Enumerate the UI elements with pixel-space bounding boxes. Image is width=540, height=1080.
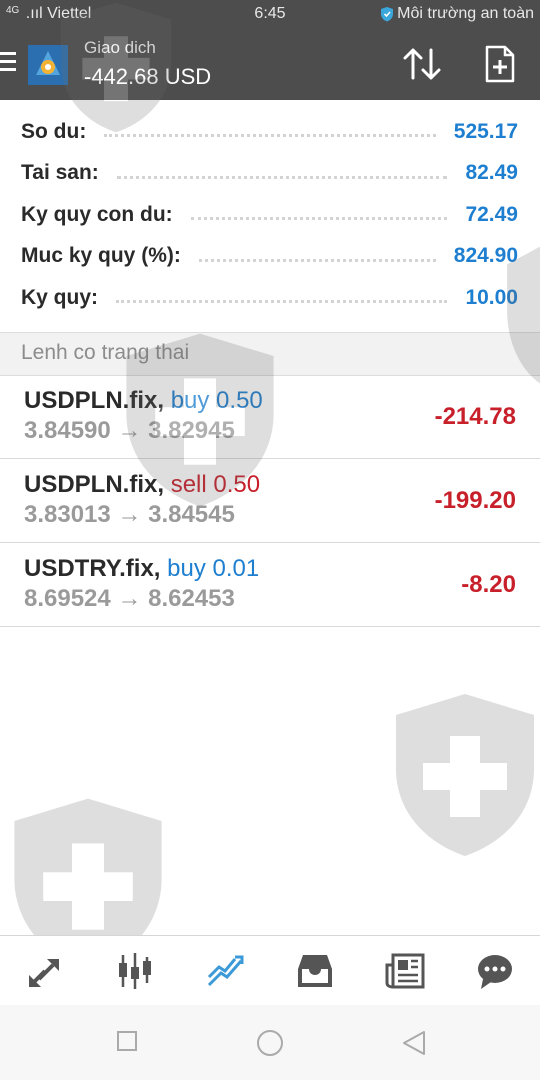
summary-row-margin: Ky quy: 10.00 (0, 277, 540, 319)
summary-value: 525.17 (453, 119, 518, 143)
new-order-icon[interactable] (484, 44, 516, 84)
summary-row-equity: Tai san: 82.49 (0, 153, 540, 195)
summary-value: 82.49 (465, 161, 518, 185)
dot-leader (198, 258, 436, 262)
summary-value: 72.49 (465, 202, 518, 226)
position-profit: -214.78 (434, 403, 516, 430)
position-profit: -199.20 (434, 487, 516, 514)
security-text: Môi trường an toàn (397, 5, 534, 22)
quotes-icon (29, 959, 59, 987)
watermark-shield-icon (396, 694, 534, 856)
system-navigation (0, 1005, 540, 1080)
shield-icon (381, 7, 394, 22)
dot-leader (116, 300, 448, 304)
position-title: USDTRY.fix, buy 0.01 (24, 555, 259, 583)
menu-icon[interactable] (0, 52, 18, 76)
watermark-shield-icon (60, 2, 172, 133)
nav-chart[interactable] (110, 946, 160, 996)
nav-news[interactable] (380, 946, 430, 996)
history-icon (298, 955, 332, 987)
nav-chat[interactable] (470, 946, 520, 996)
summary-label: Ky quy: (21, 285, 99, 309)
position-prices: 8.69524 → 8.62453 (24, 585, 235, 612)
position-row[interactable]: USDTRY.fix, buy 0.01 8.69524 → 8.62453 -… (0, 543, 540, 627)
bottom-navigation (0, 935, 540, 1006)
position-symbol: USDTRY.fix, (24, 555, 161, 582)
trade-icon (207, 955, 244, 987)
watermark-shield-icon (507, 246, 540, 384)
position-type: buy 0.01 (167, 555, 260, 582)
home-icon[interactable] (256, 1029, 284, 1057)
nav-quotes[interactable] (20, 946, 70, 996)
chart-icon (119, 953, 151, 989)
news-icon (385, 953, 425, 989)
summary-label: Tai san: (21, 161, 99, 185)
summary-row-free-margin: Ky quy con du: 72.49 (0, 194, 540, 236)
summary-row-margin-level: Muc ky quy (%): 824.90 (0, 236, 540, 278)
position-profit: -8.20 (461, 571, 516, 598)
summary-label: Ky quy con du: (21, 202, 173, 226)
chat-icon (478, 955, 512, 989)
security-indicator: Môi trường an toàn (380, 5, 534, 23)
watermark-shield-icon (126, 333, 274, 507)
back-icon[interactable] (402, 1030, 426, 1056)
nav-history[interactable] (290, 946, 340, 996)
summary-label: Muc ky quy (%): (21, 244, 181, 268)
dot-leader (190, 217, 448, 221)
nav-trade[interactable] (200, 946, 250, 996)
dot-leader (116, 175, 448, 179)
sort-icon[interactable] (400, 44, 444, 84)
recent-apps-icon[interactable] (116, 1030, 138, 1052)
